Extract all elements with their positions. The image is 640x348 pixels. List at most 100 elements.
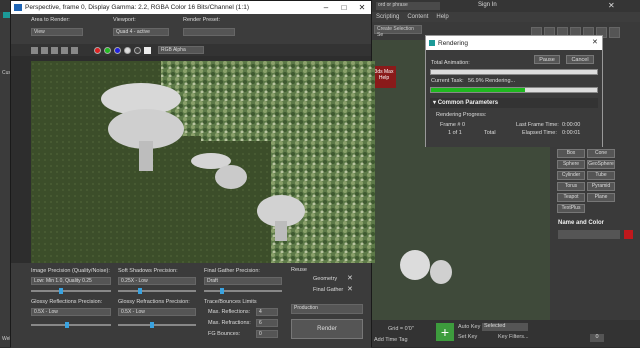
search-field[interactable]: ord or phrase: [376, 2, 440, 10]
object-cylinder-button[interactable]: Cylinder: [557, 171, 585, 180]
common-parameters-header[interactable]: ▾ Common Parameters: [430, 98, 598, 108]
rendering-titlebar: Rendering ✕: [426, 36, 602, 50]
object-teapot-button[interactable]: Teapot: [557, 193, 585, 202]
final-gather-slider[interactable]: [204, 288, 282, 294]
trace-label: Trace/Bounces Limits: [204, 299, 257, 305]
save-icon[interactable]: [31, 46, 38, 54]
object-geosphere-button[interactable]: GeoSphere: [587, 160, 615, 169]
area-to-render-dropdown[interactable]: View: [31, 28, 83, 36]
common-parameters-label: Common Parameters: [437, 100, 499, 106]
cancel-button[interactable]: Cancel: [566, 55, 594, 64]
fg-bounces-label: FG Bounces:: [208, 331, 241, 337]
glossy-reflections-knob[interactable]: [65, 322, 69, 328]
max-refractions-field[interactable]: 6: [256, 319, 278, 327]
render-settings-panel: Image Precision (Quality/Noise): Low: Mi…: [11, 263, 371, 348]
rendering-close-button[interactable]: ✕: [592, 38, 598, 46]
menu-scripting[interactable]: Scripting: [376, 14, 399, 20]
set-key-button[interactable]: Set Key: [458, 334, 477, 340]
last-frame-time-value: 0:00:00: [562, 122, 581, 128]
max-reflections-field[interactable]: 4: [256, 308, 278, 316]
fg-bounces-field[interactable]: 0: [256, 330, 278, 338]
copy-icon[interactable]: [41, 46, 48, 54]
image-precision-field[interactable]: Low: Min 1.0, Quality 0.25: [31, 277, 111, 285]
key-filters-button[interactable]: Key Filters...: [498, 334, 529, 340]
soft-shadows-knob[interactable]: [138, 288, 142, 294]
background-swatch-icon[interactable]: [144, 46, 151, 54]
object-textplus-button[interactable]: TextPlus: [557, 204, 585, 213]
menu-content[interactable]: Content: [407, 14, 428, 20]
production-dropdown[interactable]: Production: [291, 304, 363, 314]
max-close-button[interactable]: ✕: [608, 1, 615, 10]
object-tube-button[interactable]: Tube: [587, 171, 615, 180]
render-preset-label: Render Preset:: [183, 17, 220, 23]
render-preset-dropdown[interactable]: [183, 28, 235, 36]
object-sphere-button[interactable]: Sphere: [557, 160, 585, 169]
final-gather-clear-icon[interactable]: ✕: [347, 285, 353, 293]
auto-key-button[interactable]: Auto Key: [458, 324, 480, 330]
frame-number-field[interactable]: 0: [590, 334, 604, 342]
clear-icon[interactable]: [71, 46, 78, 54]
area-to-render-label: Area to Render:: [31, 17, 70, 23]
current-progress-fill: [431, 88, 526, 92]
name-and-color-header: Name and Color: [558, 220, 605, 226]
channel-dropdown[interactable]: RGB Alpha: [158, 46, 204, 54]
object-plane-button[interactable]: Plane: [587, 193, 615, 202]
image-precision-label: Image Precision (Quality/Noise):: [31, 268, 110, 274]
total-progress-bar: [430, 69, 598, 75]
total-animation-label: Total Animation:: [431, 60, 470, 66]
add-time-tag-button[interactable]: Add Time Tag: [374, 337, 408, 343]
glossy-refractions-field[interactable]: 0.5X - Low: [118, 308, 196, 316]
object-pyramid-button[interactable]: Pyramid: [587, 182, 615, 191]
total-label: Total: [484, 130, 496, 136]
object-name-field[interactable]: [558, 230, 620, 239]
max-reflections-label: Max. Reflections:: [208, 309, 251, 315]
final-gather-knob[interactable]: [220, 288, 224, 294]
render-button[interactable]: Render: [291, 319, 363, 339]
close-button[interactable]: ✕: [353, 1, 371, 14]
add-icon[interactable]: +: [436, 323, 454, 341]
render-scene: [31, 61, 375, 263]
object-color-swatch[interactable]: [624, 230, 633, 239]
geometry-clear-icon[interactable]: ✕: [347, 274, 353, 282]
menu-help[interactable]: Help: [436, 14, 448, 20]
glossy-refractions-knob[interactable]: [150, 322, 154, 328]
image-precision-slider[interactable]: [31, 288, 111, 294]
sign-in-link[interactable]: Sign In: [478, 2, 497, 8]
object-torus-button[interactable]: Torus: [557, 182, 585, 191]
soft-shadows-label: Soft Shadows Precision:: [118, 268, 178, 274]
object-type-grid: Box Cone Sphere GeoSphere Cylinder Tube …: [556, 148, 636, 214]
maximize-button[interactable]: □: [335, 1, 353, 14]
final-gather-field[interactable]: Draft: [204, 277, 282, 285]
mono-channel-icon[interactable]: [134, 46, 141, 54]
soft-shadows-field[interactable]: 0.25X - Low: [118, 277, 196, 285]
print-icon[interactable]: [61, 46, 68, 54]
max-menubar: Scripting Content Help: [370, 12, 640, 22]
red-channel-icon[interactable]: [94, 46, 101, 54]
minimize-button[interactable]: –: [317, 1, 335, 14]
object-cone-button[interactable]: Cone: [587, 149, 615, 158]
rendering-window-icon: [429, 40, 435, 46]
selected-dropdown[interactable]: Selected: [482, 323, 528, 331]
toolbar-icon-7[interactable]: [609, 27, 620, 38]
alpha-channel-icon[interactable]: [124, 46, 131, 54]
blue-channel-icon[interactable]: [114, 46, 121, 54]
soft-shadows-slider[interactable]: [118, 288, 196, 294]
rendering-title: Rendering: [438, 39, 468, 47]
frame-of-text: 1 of 1: [448, 130, 462, 136]
current-task-value: 56.9% Rendering...: [468, 78, 516, 84]
side-max-help-button[interactable]: 3ds Max Help: [372, 66, 396, 88]
viewport-dropdown[interactable]: Quad 4 - active: [113, 28, 169, 36]
glossy-reflections-slider[interactable]: [31, 322, 111, 328]
pause-button[interactable]: Pause: [534, 55, 560, 64]
frame-title: Perspective, frame 0, Display Gamma: 2.2…: [25, 4, 249, 11]
green-channel-icon[interactable]: [104, 46, 111, 54]
glossy-refractions-slider[interactable]: [118, 322, 196, 328]
glossy-reflections-label: Glossy Reflections Precision:: [31, 299, 103, 305]
render-image: [31, 61, 375, 263]
glossy-reflections-field[interactable]: 0.5X - Low: [31, 308, 111, 316]
viewport-label: Viewport:: [113, 17, 136, 23]
object-box-button[interactable]: Box: [557, 149, 585, 158]
clone-icon[interactable]: [51, 46, 58, 54]
image-precision-knob[interactable]: [59, 288, 63, 294]
selection-set-dropdown[interactable]: Create Selection Se: [374, 25, 422, 38]
